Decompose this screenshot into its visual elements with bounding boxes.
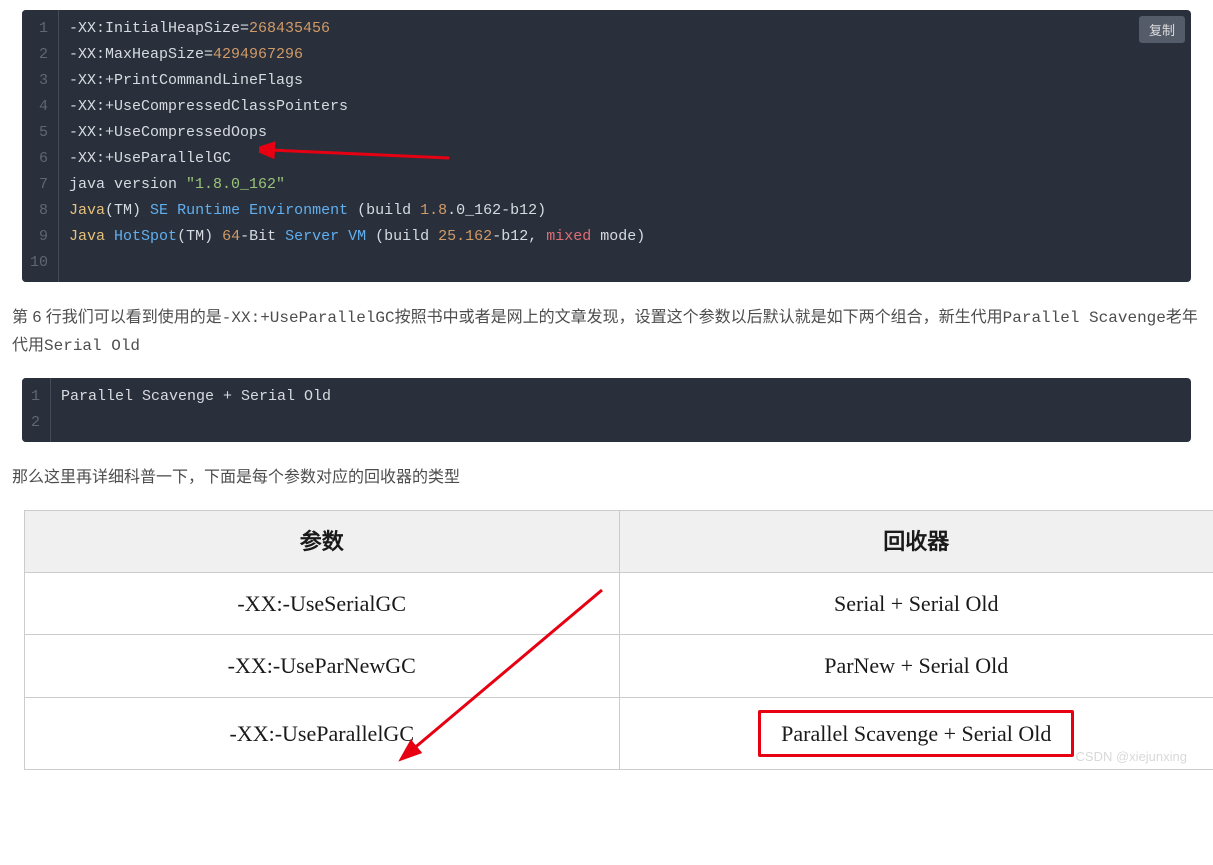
table-header-row: 参数 回收器: [25, 510, 1213, 572]
watermark: CSDN @xiejunxing: [1076, 746, 1187, 768]
table-header-param: 参数: [25, 510, 620, 572]
table-row: -XX:-UseParNewGC ParNew + Serial Old: [25, 635, 1213, 697]
table-cell: Serial + Serial Old: [619, 572, 1213, 634]
code-block-2: 12 Parallel Scavenge + Serial Old: [22, 378, 1191, 442]
table-row: -XX:-UseSerialGC Serial + Serial Old: [25, 572, 1213, 634]
line-gutter: 12345678910: [22, 10, 59, 282]
code-lines: Parallel Scavenge + Serial Old: [51, 378, 1191, 442]
paragraph-2: 那么这里再详细科普一下，下面是每个参数对应的回收器的类型: [12, 464, 1201, 491]
code-lines: -XX:InitialHeapSize=268435456 -XX:MaxHea…: [59, 10, 1191, 282]
table-cell: -XX:-UseParallelGC: [25, 697, 620, 769]
table-cell: -XX:-UseSerialGC: [25, 572, 620, 634]
code-block-1: 复制 12345678910 -XX:InitialHeapSize=26843…: [22, 10, 1191, 282]
table-header-collector: 回收器: [619, 510, 1213, 572]
gc-table: 参数 回收器 -XX:-UseSerialGC Serial + Serial …: [24, 510, 1213, 771]
table-cell: ParNew + Serial Old: [619, 635, 1213, 697]
table-row: -XX:-UseParallelGC Parallel Scavenge + S…: [25, 697, 1213, 769]
highlight-box: Parallel Scavenge + Serial Old: [758, 710, 1074, 757]
line-gutter: 12: [22, 378, 51, 442]
paragraph-1: 第 6 行我们可以看到使用的是-XX:+UseParallelGC按照书中或者是…: [12, 304, 1201, 360]
table-cell: -XX:-UseParNewGC: [25, 635, 620, 697]
